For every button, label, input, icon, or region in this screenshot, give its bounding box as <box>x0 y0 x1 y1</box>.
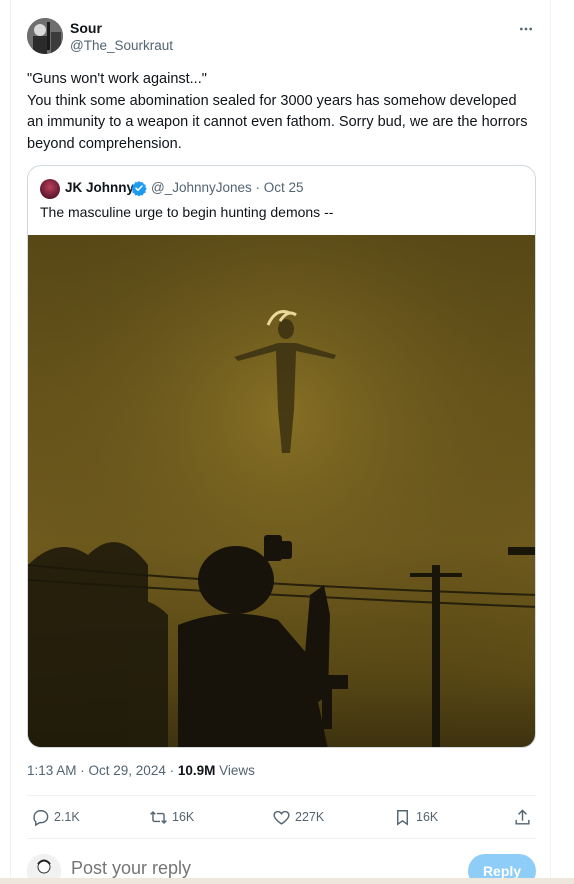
more-horizontal-icon <box>520 27 532 31</box>
tweet-actions-bar: 2.1K 16K 227K 16K <box>27 804 536 830</box>
bookmark-button[interactable]: 16K <box>393 804 438 830</box>
heart-icon <box>273 810 290 825</box>
bookmark-count: 16K <box>416 810 439 824</box>
share-upload-icon <box>515 808 530 825</box>
author-display-name[interactable]: Sour <box>70 20 102 36</box>
tweet-metadata: 1:13 AM · Oct 29, 2024 · 10.9M Views <box>27 763 255 778</box>
quoted-tweet-image[interactable] <box>28 235 535 747</box>
quoted-tweet-text: The masculine urge to begin hunting demo… <box>40 204 334 220</box>
repost-count: 16K <box>172 810 195 824</box>
page-bottom-strip <box>0 878 574 884</box>
like-count: 227K <box>295 810 325 824</box>
quoted-tweet-card[interactable]: JK Johnny @_JohnnyJones · Oct 25 The mas… <box>27 165 536 748</box>
tweet-body: "Guns won't work against..." You think s… <box>27 69 532 155</box>
quoted-author-handle-date[interactable]: @_JohnnyJones · Oct 25 <box>151 180 304 195</box>
repost-button[interactable]: 16K <box>149 804 194 830</box>
verified-badge-icon <box>131 181 147 196</box>
views-label: Views <box>215 763 255 778</box>
reply-count: 2.1K <box>54 810 80 824</box>
share-button[interactable] <box>513 804 532 830</box>
more-options-button[interactable] <box>515 18 537 40</box>
column-border-left <box>10 0 11 884</box>
column-border-right <box>550 0 551 884</box>
reply-bubble-icon <box>33 809 49 826</box>
tweet-text: "Guns won't work against..." You think s… <box>27 71 528 152</box>
reply-button[interactable]: 2.1K <box>31 804 80 830</box>
quoted-author-avatar[interactable] <box>40 179 60 199</box>
tweet-header: Sour @The_Sourkraut <box>27 18 537 58</box>
author-avatar[interactable] <box>27 18 63 54</box>
views-count: 10.9M <box>177 763 216 778</box>
quoted-author-name[interactable]: JK Johnny <box>65 180 134 195</box>
repost-arrows-icon <box>150 810 167 824</box>
divider <box>27 838 536 839</box>
tweet-timestamp[interactable]: 1:13 AM · Oct 29, 2024 · <box>27 763 178 778</box>
bookmark-icon <box>397 809 408 826</box>
like-button[interactable]: 227K <box>272 804 324 830</box>
divider <box>27 795 536 796</box>
author-handle[interactable]: @The_Sourkraut <box>70 38 173 53</box>
reply-input[interactable] <box>71 858 371 879</box>
